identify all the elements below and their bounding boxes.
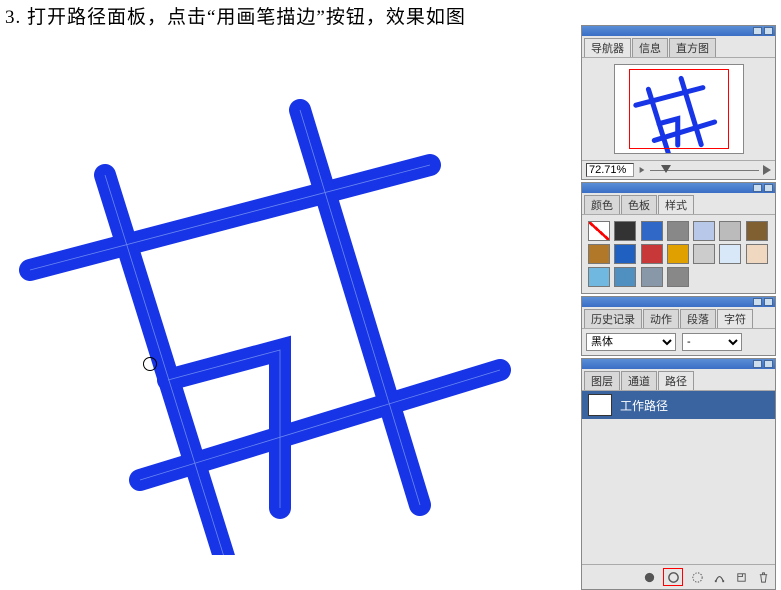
paths-body: 工作路径	[582, 391, 775, 564]
minimize-icon[interactable]	[753, 360, 762, 368]
style-swatch[interactable]	[667, 267, 689, 287]
stroke-path-highlight	[663, 568, 683, 586]
style-swatch[interactable]	[641, 267, 663, 287]
zoom-out-icon[interactable]	[640, 167, 645, 173]
history-tabs: 历史记录 动作 段落 字符	[582, 307, 775, 329]
paths-tabs: 图层 通道 路径	[582, 369, 775, 391]
delete-path-icon[interactable]	[755, 570, 771, 584]
document-canvas[interactable]	[0, 30, 575, 555]
styles-panel: 颜色 色板 样式	[581, 182, 776, 294]
navigator-zoom-bar: 72.71%	[582, 160, 775, 179]
minimize-icon[interactable]	[753, 184, 762, 192]
zoom-in-icon[interactable]	[763, 165, 771, 175]
style-swatch[interactable]	[667, 221, 689, 241]
minimize-icon[interactable]	[753, 27, 762, 35]
style-swatch[interactable]	[614, 244, 636, 264]
paths-empty-area[interactable]	[582, 419, 775, 564]
path-thumbnail	[588, 394, 612, 416]
panels-column: 导航器 信息 直方图 72.71% 颜色	[581, 25, 776, 590]
style-swatch[interactable]	[614, 221, 636, 241]
style-swatch[interactable]	[693, 244, 715, 264]
tab-character[interactable]: 字符	[717, 309, 753, 328]
font-style-select[interactable]: -	[682, 333, 742, 351]
tab-channels[interactable]: 通道	[621, 371, 657, 390]
font-family-select[interactable]: 黑体	[586, 333, 676, 351]
brush-cursor	[143, 357, 157, 371]
style-swatch[interactable]	[746, 221, 768, 241]
paths-footer	[582, 564, 775, 589]
instruction-text: 3. 打开路径面板，点击“用画笔描边”按钮，效果如图	[5, 2, 466, 29]
zoom-percent-field[interactable]: 72.71%	[586, 163, 634, 177]
close-icon[interactable]	[764, 298, 773, 306]
zoom-slider[interactable]	[650, 165, 759, 175]
styles-grid	[586, 219, 771, 289]
close-icon[interactable]	[764, 184, 773, 192]
navigator-viewport[interactable]	[629, 69, 729, 149]
tab-actions[interactable]: 动作	[643, 309, 679, 328]
stroke-path-icon[interactable]	[665, 570, 681, 584]
style-swatch[interactable]	[614, 267, 636, 287]
navigator-tabs: 导航器 信息 直方图	[582, 36, 775, 58]
font-row: 黑体 -	[582, 329, 775, 355]
panel-titlebar[interactable]	[582, 26, 775, 36]
new-path-icon[interactable]	[733, 570, 749, 584]
tab-history[interactable]: 历史记录	[584, 309, 642, 328]
tab-swatches[interactable]: 色板	[621, 195, 657, 214]
panel-titlebar[interactable]	[582, 183, 775, 193]
style-swatch[interactable]	[641, 244, 663, 264]
tab-color[interactable]: 颜色	[584, 195, 620, 214]
styles-tabs: 颜色 色板 样式	[582, 193, 775, 215]
path-item-work[interactable]: 工作路径	[582, 391, 775, 419]
panel-titlebar[interactable]	[582, 359, 775, 369]
navigator-panel: 导航器 信息 直方图 72.71%	[581, 25, 776, 180]
tab-info[interactable]: 信息	[632, 38, 668, 57]
minimize-icon[interactable]	[753, 298, 762, 306]
styles-body	[582, 215, 775, 293]
paths-panel: 图层 通道 路径 工作路径	[581, 358, 776, 590]
stroked-path-artwork	[0, 30, 575, 555]
style-swatch[interactable]	[693, 221, 715, 241]
tab-layers[interactable]: 图层	[584, 371, 620, 390]
style-swatch[interactable]	[746, 244, 768, 264]
close-icon[interactable]	[764, 27, 773, 35]
style-swatch[interactable]	[588, 267, 610, 287]
style-swatch[interactable]	[719, 244, 741, 264]
path-item-label: 工作路径	[620, 397, 668, 414]
style-swatch[interactable]	[641, 221, 663, 241]
tab-paragraph[interactable]: 段落	[680, 309, 716, 328]
panel-titlebar[interactable]	[582, 297, 775, 307]
navigator-thumbnail[interactable]	[614, 64, 744, 154]
history-panel: 历史记录 动作 段落 字符 黑体 -	[581, 296, 776, 356]
tab-styles[interactable]: 样式	[658, 195, 694, 214]
style-swatch[interactable]	[588, 244, 610, 264]
style-swatch[interactable]	[667, 244, 689, 264]
tab-histogram[interactable]: 直方图	[669, 38, 716, 57]
navigator-body	[582, 58, 775, 160]
tab-paths[interactable]: 路径	[658, 371, 694, 390]
path-to-selection-icon[interactable]	[689, 570, 705, 584]
close-icon[interactable]	[764, 360, 773, 368]
style-swatch[interactable]	[588, 221, 610, 241]
make-work-path-icon[interactable]	[711, 570, 727, 584]
fill-path-icon[interactable]	[641, 570, 657, 584]
style-swatch[interactable]	[719, 221, 741, 241]
tab-navigator[interactable]: 导航器	[584, 38, 631, 57]
